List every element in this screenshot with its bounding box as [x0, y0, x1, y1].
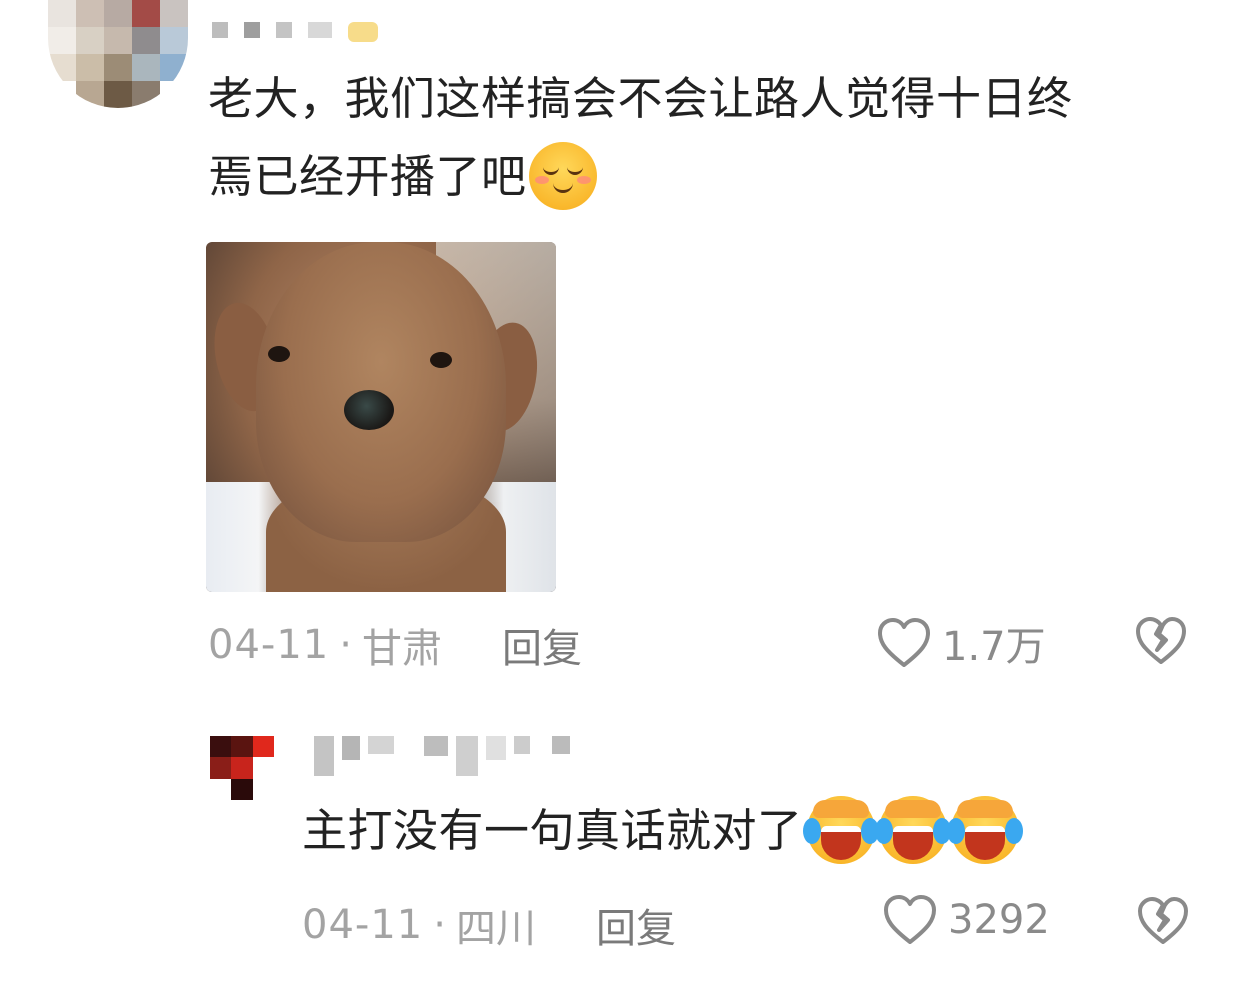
meta-separator: · [339, 622, 352, 668]
reply-location: 四川 [455, 906, 536, 952]
comment-text-line-2-text: 焉已经开播了吧 [208, 150, 527, 203]
meta-separator: · [433, 902, 446, 948]
laugh-cry-emoji [802, 796, 879, 864]
laugh-cry-emoji [874, 796, 951, 864]
comment-text: 老大，我们这样搞会不会让路人觉得十日终 焉已经开播了吧 [208, 60, 1073, 216]
avatar[interactable] [48, 0, 188, 108]
dog-meme-photo[interactable] [206, 242, 556, 592]
shy-smile-emoji [528, 142, 597, 210]
reply-date: 04-11 [302, 902, 424, 948]
comment-text-line-1: 老大，我们这样搞会不会让路人觉得十日终 [208, 72, 1073, 125]
reply-text: 主打没有一句真话就对了 [302, 792, 1023, 870]
like-button[interactable]: 1.7万 [876, 614, 1046, 672]
heart-outline-icon [884, 895, 936, 944]
reply-dislike-button[interactable] [1136, 896, 1190, 950]
reply-like-button[interactable]: 3292 [882, 894, 1050, 946]
broken-heart-icon [1138, 897, 1188, 944]
dislike-button[interactable] [1134, 616, 1188, 670]
comment-location: 甘肃 [361, 626, 442, 672]
reply-like-count: 3292 [948, 897, 1050, 943]
reply-button[interactable]: 回复 [502, 616, 582, 674]
reply-text-line: 主打没有一句真话就对了 [302, 792, 1023, 870]
heart-outline-icon [878, 618, 930, 667]
comment-meta: 04-11 · 甘肃 回复 [208, 616, 582, 674]
reply-reply-button[interactable]: 回复 [596, 896, 676, 954]
reply-text-content: 主打没有一句真话就对了 [302, 804, 803, 857]
reply-avatar[interactable] [210, 736, 274, 800]
username-blurred[interactable] [212, 22, 378, 42]
reply-username-blurred[interactable] [314, 736, 570, 776]
reply-meta: 04-11 · 四川 回复 [302, 896, 676, 954]
comment-date: 04-11 [208, 622, 330, 668]
like-count: 1.7万 [942, 624, 1046, 670]
comment-text-line-2: 焉已经开播了吧 [208, 138, 1073, 216]
laugh-cry-emoji [946, 796, 1023, 864]
broken-heart-icon [1136, 617, 1186, 664]
